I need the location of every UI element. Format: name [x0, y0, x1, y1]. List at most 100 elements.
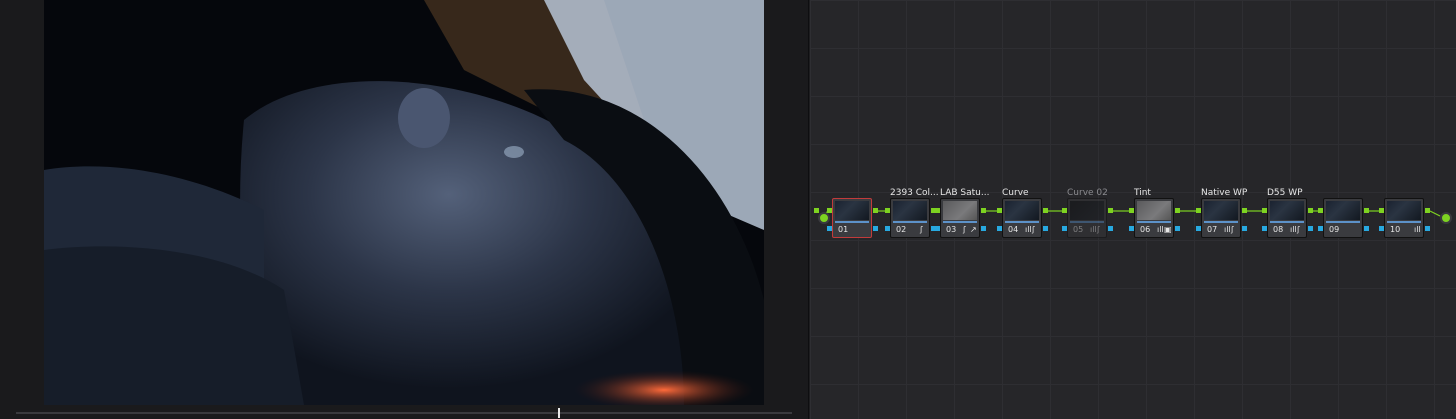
input-rgb-port[interactable] — [997, 208, 1002, 213]
curve-icon: ʃ — [1231, 225, 1234, 234]
node-thumbnail — [1326, 201, 1360, 220]
node-label: LAB Satu... — [940, 188, 990, 198]
output-node[interactable] — [1440, 212, 1452, 224]
node-number: 01 — [838, 225, 849, 234]
node-label: 2393 Col... — [890, 188, 939, 198]
node-graph-panel[interactable]: 01 02 ʃ 2393 Col... 03 ʃ ↗ LAB Satu... 04 ıll ʃ Cur… — [810, 0, 1456, 419]
node-10[interactable]: 10 ıll — [1384, 198, 1424, 238]
node-key-bar — [943, 221, 977, 223]
input-alpha-port[interactable] — [1318, 226, 1323, 231]
input-rgb-port[interactable] — [1129, 208, 1134, 213]
input-rgb-port[interactable] — [827, 208, 832, 213]
node-05[interactable]: 05 ıll ʃ — [1067, 198, 1107, 238]
output-alpha-port[interactable] — [1108, 226, 1113, 231]
node-07[interactable]: 07 ıll ʃ — [1201, 198, 1241, 238]
input-alpha-port[interactable] — [997, 226, 1002, 231]
node-number: 06 — [1140, 225, 1151, 234]
qualifier-icon: ▣ — [1164, 225, 1172, 234]
input-rgb-port[interactable] — [1379, 208, 1384, 213]
input-rgb-port[interactable] — [1262, 208, 1267, 213]
levels-icon: ıll — [1025, 225, 1032, 234]
output-rgb-port[interactable] — [1043, 208, 1048, 213]
node-02[interactable]: 02 ʃ — [890, 198, 930, 238]
viewer-image — [44, 0, 764, 405]
node-key-bar — [893, 221, 927, 223]
curve-icon: ʃ — [1097, 225, 1100, 234]
output-rgb-port[interactable] — [1425, 208, 1430, 213]
levels-icon: ıll — [1414, 225, 1421, 234]
node-key-bar — [1270, 221, 1304, 223]
input-rgb-port[interactable] — [1062, 208, 1067, 213]
input-rgb-port[interactable] — [1318, 208, 1323, 213]
node-key-bar — [835, 221, 869, 223]
node-number: 10 — [1390, 225, 1401, 234]
node-key-bar — [1326, 221, 1360, 223]
output-rgb-port[interactable] — [1364, 208, 1369, 213]
input-alpha-port[interactable] — [827, 226, 832, 231]
levels-icon: ıll — [1090, 225, 1097, 234]
output-alpha-port[interactable] — [1308, 226, 1313, 231]
node-key-bar — [1204, 221, 1238, 223]
node-04[interactable]: 04 ıll ʃ — [1002, 198, 1042, 238]
output-rgb-port[interactable] — [1308, 208, 1313, 213]
node-label: Curve — [1002, 188, 1029, 198]
node-thumbnail — [835, 201, 869, 220]
input-alpha-port[interactable] — [1379, 226, 1384, 231]
node-thumbnail — [1387, 201, 1421, 220]
output-rgb-port[interactable] — [1175, 208, 1180, 213]
output-rgb-port[interactable] — [873, 208, 878, 213]
node-01[interactable]: 01 — [832, 198, 872, 238]
node-number: 05 — [1073, 225, 1084, 234]
source-input[interactable] — [818, 212, 830, 224]
node-03[interactable]: 03 ʃ ↗ — [940, 198, 980, 238]
input-rgb-port[interactable] — [935, 208, 940, 213]
input-alpha-port[interactable] — [1262, 226, 1267, 231]
picker-icon: ↗ — [970, 225, 977, 234]
node-thumbnail — [943, 201, 977, 220]
output-alpha-port[interactable] — [981, 226, 986, 231]
node-09[interactable]: 09 — [1323, 198, 1363, 238]
output-alpha-port[interactable] — [1364, 226, 1369, 231]
node-number: 08 — [1273, 225, 1284, 234]
node-key-bar — [1070, 221, 1104, 223]
timeline-scrubber[interactable] — [16, 408, 792, 418]
node-key-bar — [1387, 221, 1421, 223]
node-number: 09 — [1329, 225, 1340, 234]
levels-icon: ıll — [1290, 225, 1297, 234]
node-link — [1429, 210, 1441, 217]
curve-icon: ʃ — [1297, 225, 1300, 234]
node-label: Native WP — [1201, 188, 1248, 198]
input-alpha-port[interactable] — [1062, 226, 1067, 231]
curve-icon: ʃ — [963, 225, 966, 234]
levels-icon: ıll — [1157, 225, 1164, 234]
output-alpha-port[interactable] — [1043, 226, 1048, 231]
portrait-frame-image — [44, 0, 764, 405]
curve-icon: ʃ — [1032, 225, 1035, 234]
node-number: 07 — [1207, 225, 1218, 234]
node-label: Curve 02 — [1067, 188, 1108, 198]
output-alpha-port[interactable] — [873, 226, 878, 231]
input-alpha-port[interactable] — [1129, 226, 1134, 231]
output-rgb-port[interactable] — [1242, 208, 1247, 213]
input-alpha-port[interactable] — [885, 226, 890, 231]
input-alpha-port[interactable] — [1196, 226, 1201, 231]
node-08[interactable]: 08 ıll ʃ — [1267, 198, 1307, 238]
input-rgb-port[interactable] — [1196, 208, 1201, 213]
output-rgb-port[interactable] — [981, 208, 986, 213]
node-number: 03 — [946, 225, 957, 234]
node-key-bar — [1005, 221, 1039, 223]
input-rgb-port[interactable] — [814, 208, 819, 213]
output-alpha-port[interactable] — [1425, 226, 1430, 231]
input-rgb-port[interactable] — [885, 208, 890, 213]
output-alpha-port[interactable] — [1242, 226, 1247, 231]
output-rgb-port[interactable] — [1108, 208, 1113, 213]
input-alpha-port[interactable] — [935, 226, 940, 231]
node-06[interactable]: 06 ıll ▣ — [1134, 198, 1174, 238]
node-key-bar — [1137, 221, 1171, 223]
node-label: D55 WP — [1267, 188, 1303, 198]
output-alpha-port[interactable] — [1175, 226, 1180, 231]
curve-icon: ʃ — [920, 225, 923, 234]
node-thumbnail — [1204, 201, 1238, 220]
playhead[interactable] — [557, 408, 560, 418]
node-thumbnail — [893, 201, 927, 220]
